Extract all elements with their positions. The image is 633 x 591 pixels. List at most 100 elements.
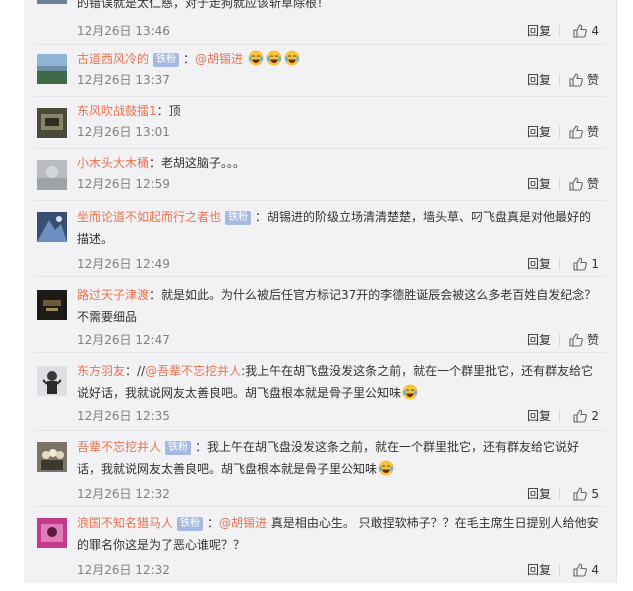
- comment-text: 的错误就是太仁慈，对于走狗就应该斩草除根！: [77, 0, 599, 14]
- thumbs-up-icon: [573, 563, 588, 577]
- fan-badge[interactable]: 铁粉: [165, 441, 192, 455]
- comment-content-line2: 说好话，我就说网友太善良吧。胡飞盘根本就是骨子里公知味: [77, 386, 402, 400]
- comment-content-line2: 的罪名你这是为了恶心谁呢？？: [77, 538, 246, 552]
- thumbs-up-icon: [569, 73, 583, 87]
- divider: [559, 74, 560, 86]
- comment-meta: 12月26日 12:59 回复 赞: [77, 174, 599, 194]
- comment-nickname[interactable]: 浪国不知名猎马人: [77, 516, 173, 530]
- avatar[interactable]: [37, 0, 67, 4]
- reply-button[interactable]: 回复: [527, 70, 551, 90]
- tears-of-joy-emoji-icon: [378, 460, 394, 476]
- comment-nickname[interactable]: 坐而论道不如起而行之者也: [77, 210, 221, 224]
- thumbs-up-icon: [573, 257, 588, 271]
- like-button[interactable]: 赞: [569, 174, 599, 194]
- comment-content: 的错误就是太仁慈，对于走狗就应该斩草除根！: [77, 0, 330, 10]
- comment-nickname[interactable]: 小木头大木桶: [77, 156, 149, 170]
- comment-text: 东方羽友：//@吾辈不忘挖井人:我上午在胡飞盘没发这条之前，就在一个群里批它，还…: [77, 360, 599, 404]
- comment-text: 小木头大木桶：老胡这脑子。。。: [77, 152, 599, 174]
- avatar[interactable]: [37, 160, 67, 190]
- comment-item: 吾辈不忘挖井人 铁粉 ：我上午在胡飞盘没发这条之前，就在一个群里批它，还有群友给它说…: [35, 430, 605, 507]
- comment-nickname[interactable]: 东风吹战鼓擂1: [77, 104, 157, 118]
- mention-link[interactable]: @胡锡进: [195, 52, 243, 66]
- fan-badge[interactable]: 铁粉: [225, 211, 252, 225]
- comment-text: 古道西风冷的 铁粉 ：@胡锡进: [77, 48, 599, 70]
- like-count: 4: [591, 563, 599, 577]
- comment-item: 的错误就是太仁慈，对于走狗就应该斩草除根！ 12月26日 13:46 回复 4: [35, 0, 605, 45]
- comment-meta: 12月26日 12:32 回复 4: [77, 560, 599, 580]
- comment-meta: 12月26日 13:46 回复 4: [77, 21, 599, 41]
- comment-time: 12月26日 13:37: [77, 73, 170, 87]
- comment-text: 坐而论道不如起而行之者也 铁粉 ：胡锡进的阶级立场清清楚楚，墙头草、叼飞盘真是对他最…: [77, 206, 599, 250]
- avatar[interactable]: [37, 518, 67, 548]
- mention-link[interactable]: @吾辈不忘挖井人: [145, 364, 241, 378]
- comment-content-line2: 不需要细品: [77, 310, 138, 324]
- tears-of-joy-emoji-icon: [266, 50, 282, 66]
- like-button[interactable]: 4: [573, 21, 599, 41]
- divider: [559, 258, 560, 270]
- like-button[interactable]: 4: [573, 560, 599, 580]
- reply-button[interactable]: 回复: [527, 174, 551, 194]
- comment-content-line2: 话，我就说网友太善良吧。胡飞盘根本就是骨子里公知味: [77, 462, 378, 476]
- comment-time: 12月26日 12:59: [77, 177, 170, 191]
- comment-content-line2: 描述。: [77, 232, 114, 246]
- like-button[interactable]: 1: [573, 254, 599, 274]
- comment-item: 小木头大木桶：老胡这脑子。。。 12月26日 12:59 回复 赞: [35, 148, 605, 201]
- reply-button[interactable]: 回复: [527, 21, 551, 41]
- thumbs-up-icon: [573, 24, 588, 38]
- avatar[interactable]: [37, 54, 67, 84]
- reply-button[interactable]: 回复: [527, 254, 551, 274]
- tears-of-joy-emoji-icon: [284, 50, 300, 66]
- like-count: 2: [591, 409, 599, 423]
- comment-nickname[interactable]: 古道西风冷的: [77, 52, 149, 66]
- fan-badge[interactable]: 铁粉: [153, 53, 180, 67]
- like-button[interactable]: 赞: [569, 330, 599, 350]
- comment-nickname[interactable]: 吾辈不忘挖井人: [77, 440, 161, 454]
- reply-button[interactable]: 回复: [527, 330, 551, 350]
- like-button[interactable]: 赞: [569, 70, 599, 90]
- reply-button[interactable]: 回复: [527, 484, 551, 504]
- comment-prefix: ：: [207, 516, 220, 530]
- comment-text: 吾辈不忘挖井人 铁粉 ：我上午在胡飞盘没发这条之前，就在一个群里批它，还有群友给它说…: [77, 436, 599, 480]
- divider: [559, 178, 560, 190]
- thumbs-up-icon: [569, 125, 583, 139]
- like-button[interactable]: 5: [573, 484, 599, 504]
- comment-time: 12月26日 13:01: [77, 125, 170, 139]
- like-count: 赞: [586, 177, 599, 191]
- comment-nickname[interactable]: 东方羽友: [77, 364, 125, 378]
- comment-prefix: ：//: [125, 364, 146, 378]
- comment-nickname[interactable]: 路过天子津渡: [77, 288, 149, 302]
- comment-item: 浪国不知名猎马人 铁粉 ：@胡锡进 真是相由心生。 只敢捏软柿子？？在毛主席生日提别…: [35, 506, 605, 583]
- avatar[interactable]: [37, 212, 67, 242]
- like-count: 5: [591, 487, 599, 501]
- panel-border: [616, 0, 617, 583]
- divider: [559, 410, 560, 422]
- comment-item: 东方羽友：//@吾辈不忘挖井人:我上午在胡飞盘没发这条之前，就在一个群里批它，还…: [35, 352, 605, 431]
- reply-button[interactable]: 回复: [527, 406, 551, 426]
- thumbs-up-icon: [573, 409, 588, 423]
- reply-button[interactable]: 回复: [527, 560, 551, 580]
- mention-link[interactable]: @胡锡进: [219, 516, 267, 530]
- like-count: 4: [591, 24, 599, 38]
- tears-of-joy-emoji-icon: [248, 50, 264, 66]
- reply-button[interactable]: 回复: [527, 122, 551, 142]
- avatar[interactable]: [37, 442, 67, 472]
- like-button[interactable]: 2: [573, 406, 599, 426]
- comment-content: ：老胡这脑子。。。: [149, 156, 246, 170]
- comment-meta: 12月26日 13:01 回复 赞: [77, 122, 599, 142]
- thumbs-up-icon: [569, 177, 583, 191]
- divider: [559, 564, 560, 576]
- like-button[interactable]: 赞: [569, 122, 599, 142]
- comment-content: :我上午在胡飞盘没发这条之前，就在一个群里批它，还有群友给它: [241, 364, 594, 378]
- comment-text: 东风吹战鼓擂1：顶: [77, 100, 599, 122]
- avatar[interactable]: [37, 290, 67, 320]
- comment-text: 浪国不知名猎马人 铁粉 ：@胡锡进 真是相由心生。 只敢捏软柿子？？在毛主席生日提别…: [77, 512, 599, 556]
- avatar[interactable]: [37, 366, 67, 396]
- comment-item: 路过天子津渡：就是如此。为什么被后任官方标记37开的李德胜诞辰会被这么多老百姓自…: [35, 276, 605, 353]
- divider: [559, 488, 560, 500]
- avatar[interactable]: [37, 108, 67, 138]
- like-count: 赞: [586, 73, 599, 87]
- divider: [559, 126, 560, 138]
- comment-time: 12月26日 12:49: [77, 257, 170, 271]
- fan-badge[interactable]: 铁粉: [177, 517, 204, 531]
- tears-of-joy-emoji-icon: [402, 384, 418, 400]
